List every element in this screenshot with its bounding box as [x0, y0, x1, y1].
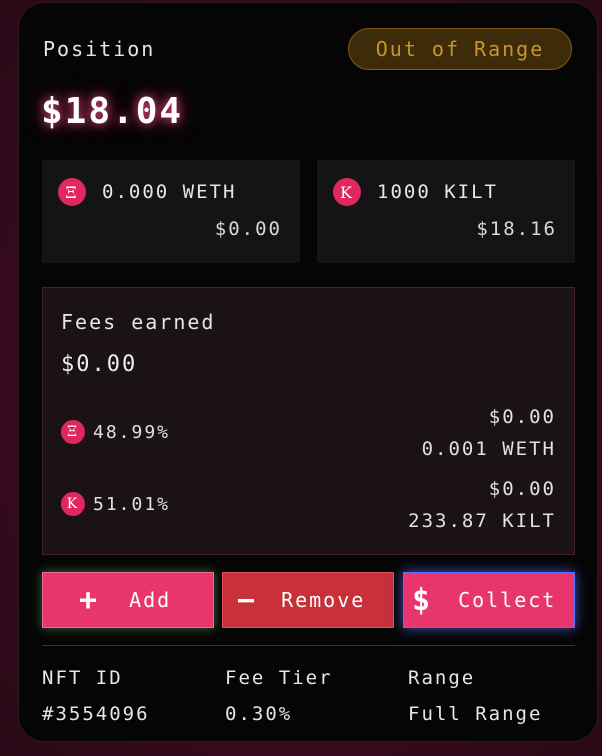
token-kilt-usd: $18.16 — [476, 218, 557, 240]
minus-icon: − — [237, 582, 258, 618]
remove-button-label: Remove — [281, 588, 366, 612]
fees-earned-panel: Fees earned $0.00 Ξ 48.99% $0.00 0.001 W… — [42, 287, 575, 555]
add-button[interactable]: + Add — [42, 572, 214, 628]
fee-kilt-amount: 233.87 KILT — [408, 510, 556, 532]
fee-weth-usd: $0.00 — [488, 406, 556, 428]
dollar-icon: $ — [412, 582, 433, 618]
fee-weth-amount: 0.001 WETH — [421, 438, 556, 460]
token-weth-amount: 0.000 WETH — [102, 181, 237, 203]
fee-tier-value: 0.30% — [225, 703, 293, 725]
eth-icon: Ξ — [58, 178, 86, 206]
fees-earned-title: Fees earned — [61, 310, 216, 334]
fee-row-weth-percent: Ξ 48.99% — [61, 420, 170, 444]
fees-earned-total: $0.00 — [61, 352, 138, 377]
range-label: Range — [408, 667, 476, 689]
out-of-range-badge: Out of Range — [348, 28, 572, 70]
position-total-value: $18.04 — [41, 91, 184, 132]
position-title: Position — [43, 37, 156, 61]
plus-icon: + — [79, 582, 100, 618]
position-card: Position Out of Range $18.04 Ξ 0.000 WET… — [18, 2, 598, 742]
fee-row-kilt-values: $0.00 233.87 KILT — [408, 473, 556, 537]
fee-kilt-usd: $0.00 — [488, 478, 556, 500]
kilt-icon: K — [61, 492, 85, 516]
collect-button[interactable]: $ Collect — [403, 572, 575, 628]
token-weth-usd: $0.00 — [214, 218, 282, 240]
range-value: Full Range — [408, 703, 543, 725]
fee-kilt-percent: 51.01% — [93, 493, 171, 515]
token-weth-box: Ξ 0.000 WETH $0.00 — [42, 160, 300, 263]
nft-id-value: #3554096 — [42, 703, 150, 725]
fee-weth-percent: 48.99% — [93, 421, 171, 443]
remove-button[interactable]: − Remove — [222, 572, 394, 628]
eth-icon: Ξ — [61, 420, 85, 444]
kilt-icon: K — [333, 178, 361, 206]
token-kilt-amount: 1000 KILT — [377, 181, 498, 203]
fee-row-kilt-percent: K 51.01% — [61, 492, 170, 516]
fee-tier-label: Fee Tier — [225, 667, 333, 689]
divider — [42, 645, 575, 646]
token-kilt-box: K 1000 KILT $18.16 — [317, 160, 575, 263]
nft-id-label: NFT ID — [42, 667, 123, 689]
fee-row-weth-values: $0.00 0.001 WETH — [422, 401, 556, 465]
collect-button-label: Collect — [458, 588, 557, 612]
add-button-label: Add — [129, 588, 172, 612]
